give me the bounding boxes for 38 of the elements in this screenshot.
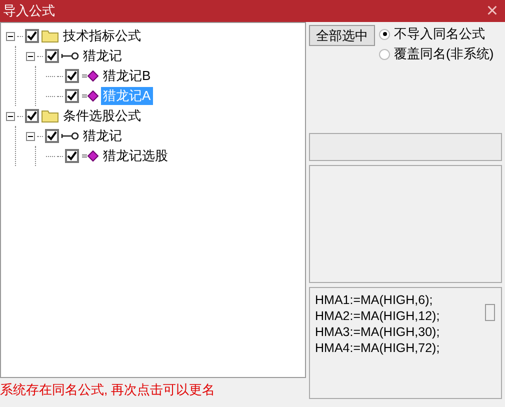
- key-icon: [61, 131, 79, 141]
- checkbox[interactable]: [65, 69, 79, 83]
- checkbox[interactable]: [25, 29, 39, 43]
- checkbox[interactable]: [45, 49, 59, 63]
- checkbox[interactable]: [45, 129, 59, 143]
- name-field[interactable]: [309, 133, 502, 161]
- key-icon: [61, 51, 79, 61]
- collapse-icon[interactable]: [26, 52, 35, 60]
- radio-icon[interactable]: [379, 48, 390, 60]
- code-line: HMA4:=MA(HIGH,72);: [315, 340, 441, 356]
- select-all-button[interactable]: 全部选中: [309, 25, 375, 46]
- checkbox[interactable]: [25, 109, 39, 123]
- code-line: HMA2:=MA(HIGH,12);: [315, 308, 441, 324]
- code-line: HMA3:=MA(HIGH,30);: [315, 324, 441, 340]
- collapse-icon[interactable]: [26, 132, 35, 140]
- formula-icon: [81, 150, 99, 162]
- collapse-icon[interactable]: [6, 112, 15, 120]
- checkbox[interactable]: [65, 89, 79, 103]
- tree-item[interactable]: 条件选股公式: [61, 107, 143, 125]
- checkbox[interactable]: [65, 149, 79, 163]
- formula-icon: [81, 90, 99, 102]
- collapse-icon[interactable]: [6, 32, 15, 40]
- radio-option[interactable]: 覆盖同名(非系统): [379, 45, 494, 63]
- radio-option[interactable]: 不导入同名公式: [379, 25, 494, 43]
- folder-icon: [41, 29, 59, 43]
- tree-item[interactable]: 猎龙记B: [101, 67, 153, 85]
- tree-item[interactable]: 猎龙记: [81, 47, 124, 65]
- folder-icon: [41, 109, 59, 123]
- tree-item[interactable]: 猎龙记选股: [101, 147, 170, 165]
- radio-icon[interactable]: [379, 28, 390, 40]
- window-title: 导入公式: [3, 2, 55, 20]
- tree-item[interactable]: 技术指标公式: [61, 27, 143, 45]
- tree-item[interactable]: 猎龙记: [81, 127, 124, 145]
- code-line: HMA1:=MA(HIGH,6);: [315, 292, 434, 308]
- scrollbar-thumb[interactable]: [485, 304, 495, 321]
- formula-icon: [81, 70, 99, 82]
- status-message: 系统存在同名公式, 再次点击可以更名: [0, 381, 216, 399]
- close-button[interactable]: ×: [482, 1, 502, 21]
